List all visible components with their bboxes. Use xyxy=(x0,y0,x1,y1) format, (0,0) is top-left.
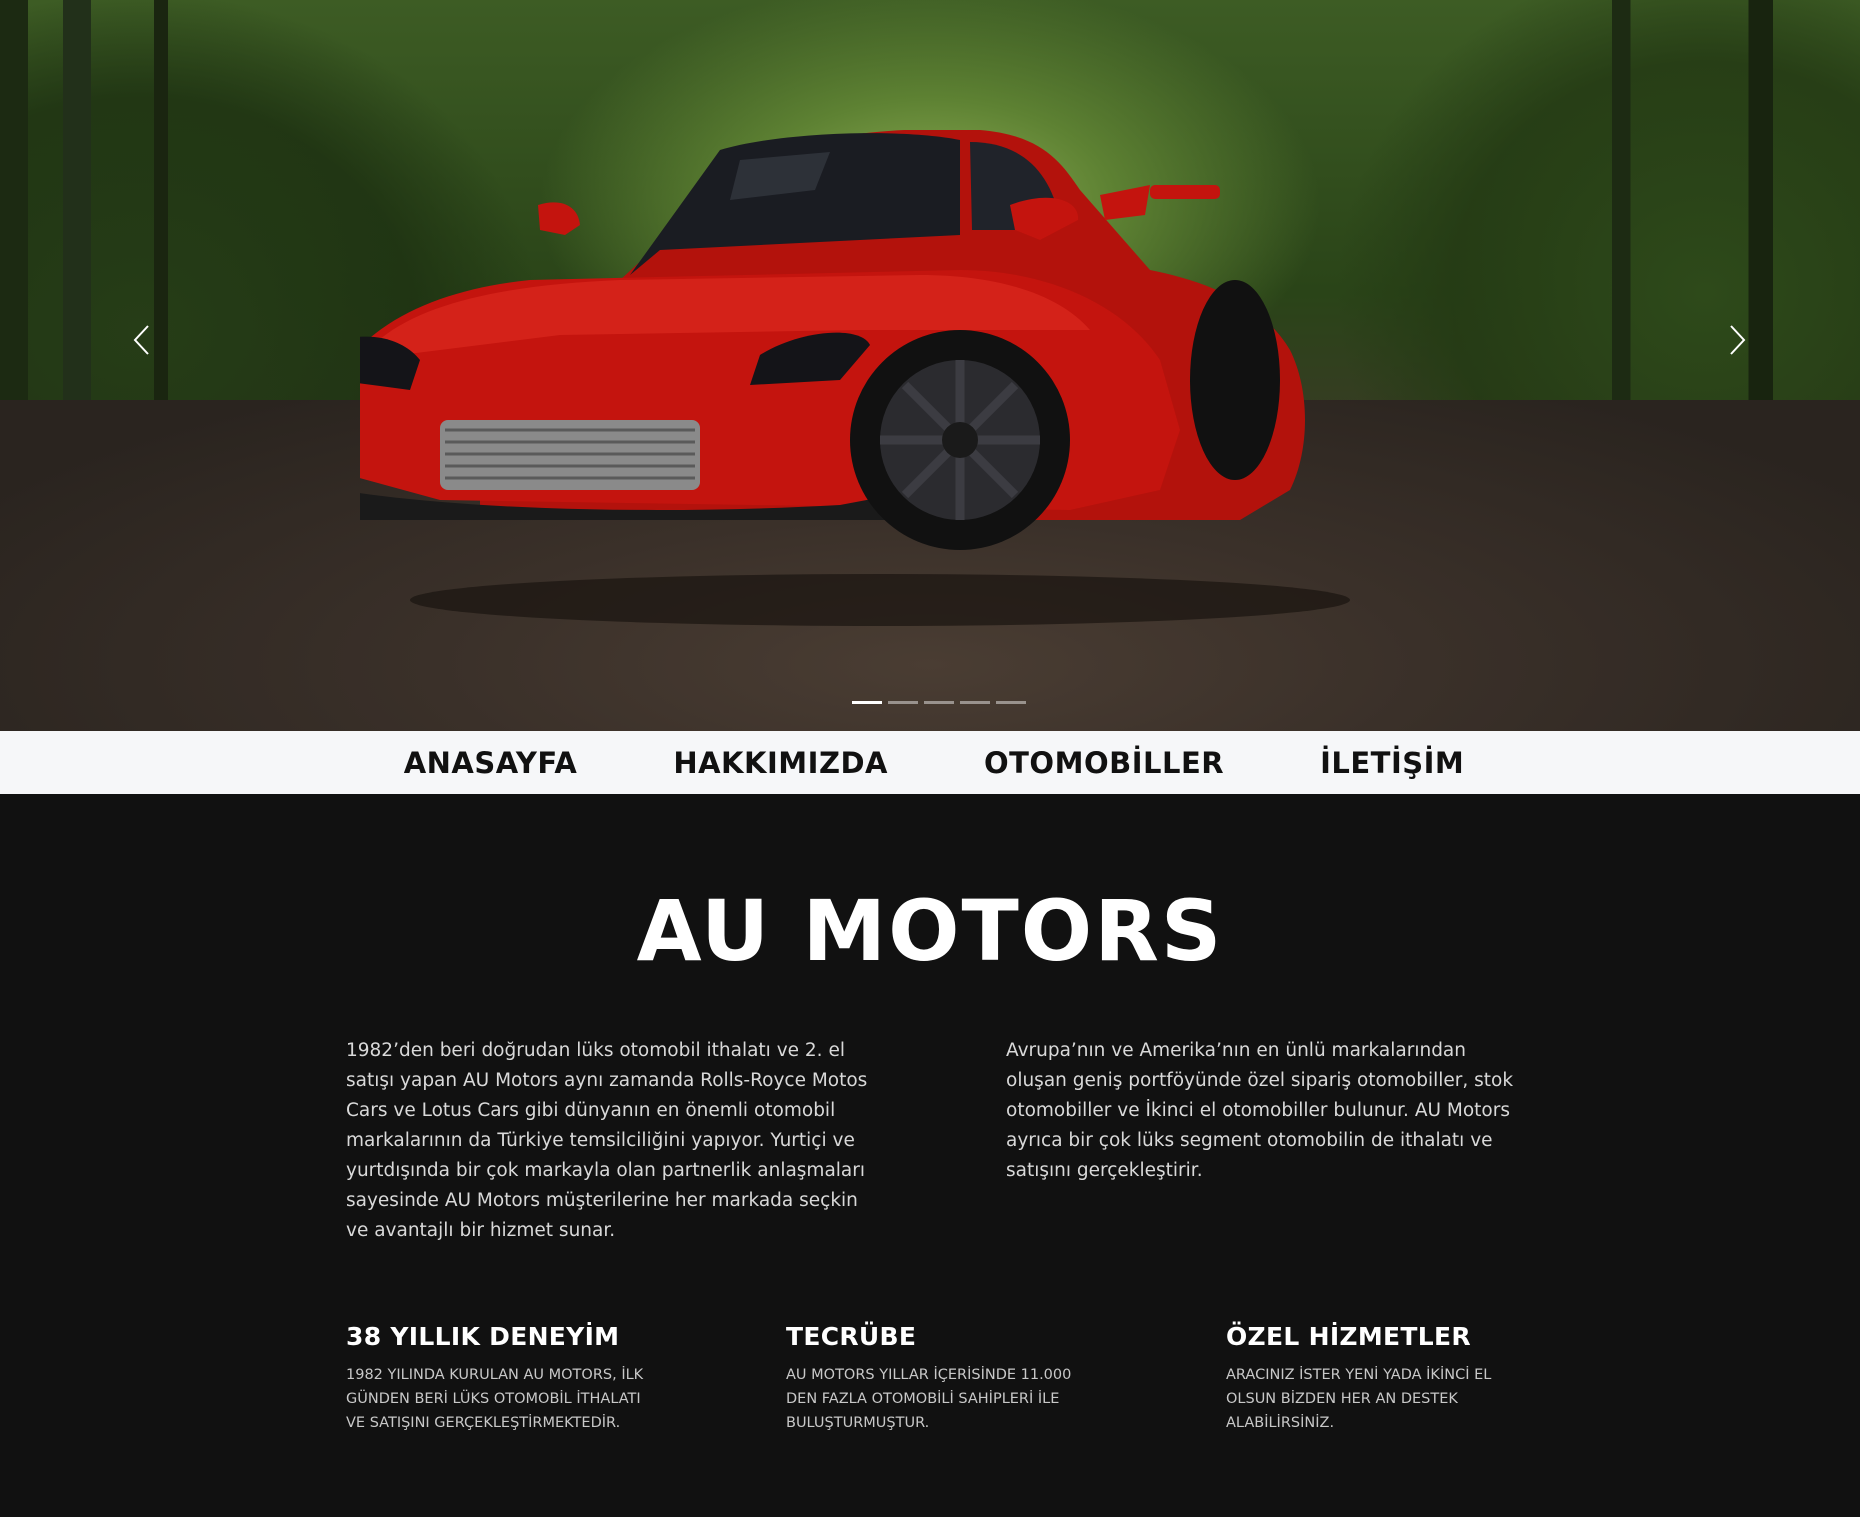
feature-expertise: TECRÜBE AU MOTORS YILLAR İÇERİSİNDE 11.0… xyxy=(786,1322,1116,1435)
carousel-prev-button[interactable] xyxy=(121,320,161,360)
feature-experience: 38 YILLIK DENEYİM 1982 YILINDA KURULAN A… xyxy=(346,1322,676,1435)
main-navbar: ANASAYFA HAKKIMIZDA OTOMOBİLLER İLETİŞİM xyxy=(0,731,1860,794)
nav-link-iletisim[interactable]: İLETİŞİM xyxy=(1320,746,1464,780)
feature-text: 1982 YILINDA KURULAN AU MOTORS, İLK GÜND… xyxy=(346,1367,644,1431)
hero-carousel xyxy=(0,0,1860,731)
carousel-indicators xyxy=(852,701,1026,704)
carousel-indicator-3[interactable] xyxy=(924,701,954,704)
carousel-indicator-4[interactable] xyxy=(960,701,990,704)
carousel-indicator-5[interactable] xyxy=(996,701,1026,704)
nav-link-hakkimizda[interactable]: HAKKIMIZDA xyxy=(673,746,888,780)
nav-link-anasayfa[interactable]: ANASAYFA xyxy=(404,746,578,780)
carousel-next-button[interactable] xyxy=(1718,320,1758,360)
chevron-left-icon xyxy=(133,325,149,355)
chevron-right-icon xyxy=(1730,325,1746,355)
feature-text: ARACINIZ İSTER YENİ YADA İKİNCİ EL OLSUN… xyxy=(1226,1367,1492,1431)
feature-title: TECRÜBE xyxy=(786,1322,917,1351)
carousel-indicator-2[interactable] xyxy=(888,701,918,704)
nav-link-otomobiller[interactable]: OTOMOBİLLER xyxy=(984,746,1224,780)
about-paragraph-right: Avrupa’nın ve Amerika’nın en ünlü markal… xyxy=(1006,1040,1514,1181)
feature-title: ÖZEL HİZMETLER xyxy=(1226,1322,1471,1351)
about-paragraph-left: 1982’den beri doğrudan lüks otomobil ith… xyxy=(346,1040,868,1241)
feature-special-services: ÖZEL HİZMETLER ARACINIZ İSTER YENİ YADA … xyxy=(1226,1322,1556,1435)
red-sports-car-image xyxy=(360,130,1400,630)
feature-title: 38 YILLIK DENEYİM xyxy=(346,1322,620,1351)
nav-list: ANASAYFA HAKKIMIZDA OTOMOBİLLER İLETİŞİM xyxy=(404,746,1465,780)
feature-text: AU MOTORS YILLAR İÇERİSİNDE 11.000 DEN F… xyxy=(786,1367,1072,1431)
carousel-indicator-1[interactable] xyxy=(852,701,882,704)
page-title: AU MOTORS xyxy=(636,882,1224,980)
